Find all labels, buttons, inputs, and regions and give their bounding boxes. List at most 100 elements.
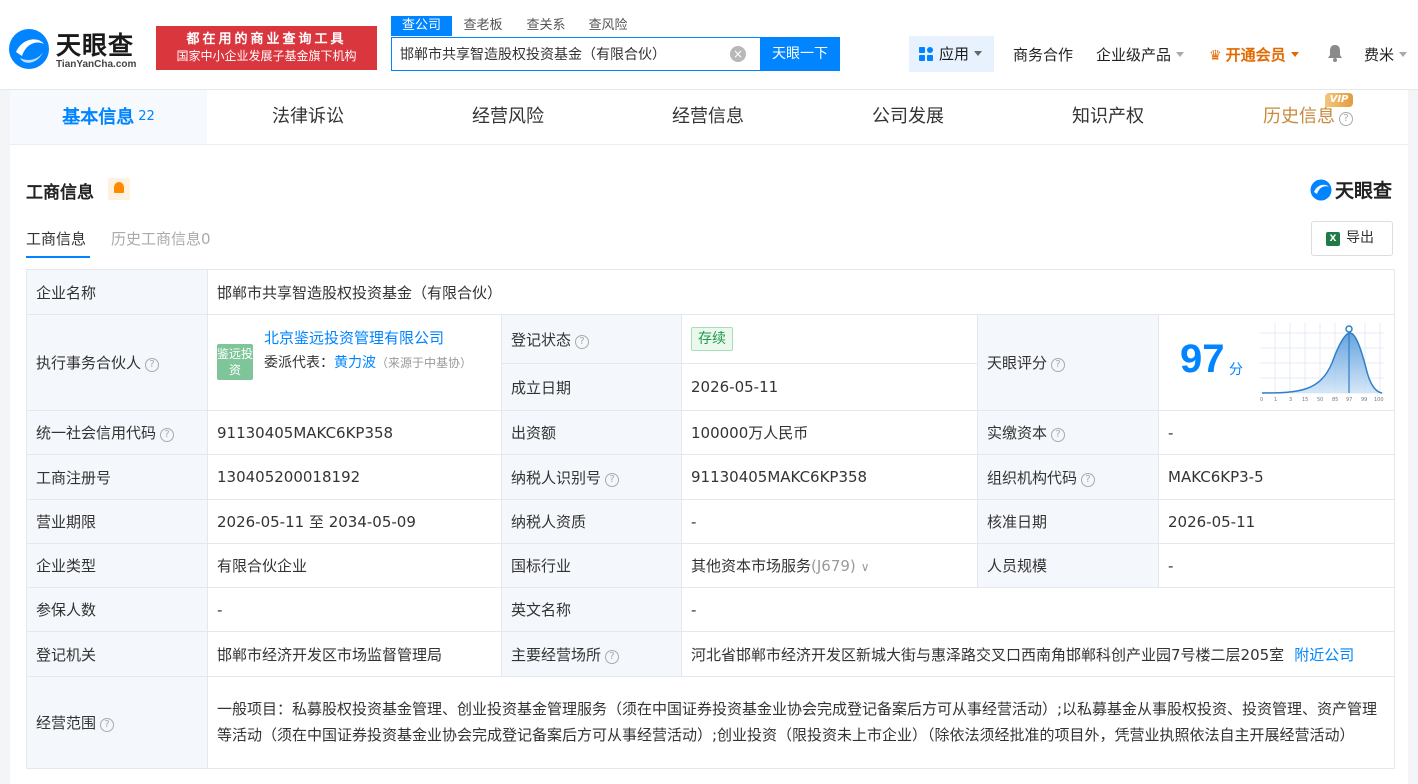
tianyancha-logo-icon xyxy=(9,29,49,69)
top-header: 天眼查 TianYanCha.com 都在用的商业查询工具 国家中小企业发展子基… xyxy=(0,0,1418,90)
nav-business[interactable]: 商务合作 xyxy=(1013,44,1073,65)
status-badge: 存续 xyxy=(691,327,733,351)
reg-status-value: 存续 xyxy=(681,313,978,365)
table-row: 经营范围? 一般项目：私募股权投资基金管理、创业投资基金管理服务（须在中国证券投… xyxy=(26,676,1396,769)
help-icon[interactable]: ? xyxy=(605,472,620,487)
search-input[interactable] xyxy=(392,38,722,70)
username: 费米 xyxy=(1364,46,1395,64)
tab-development[interactable]: 公司发展 xyxy=(808,90,1008,144)
partner-name-link[interactable]: 北京鉴远投资管理有限公司 xyxy=(264,327,444,348)
tab-operation[interactable]: 经营信息 xyxy=(608,90,808,144)
taxpayer-id-label-text: 纳税人识别号 xyxy=(511,468,602,487)
chevron-down-icon: ∨ xyxy=(860,560,870,574)
subtab-business-info[interactable]: 工商信息 xyxy=(26,228,86,249)
partner-cell: 鉴远投资 北京鉴远投资管理有限公司 委派代表：黄力波（来源于中基协） xyxy=(208,315,501,410)
score-axis-tick: 85 xyxy=(1332,397,1338,403)
company-name-value: 邯郸市共享智造股权投资基金（有限合伙） xyxy=(206,269,1396,315)
help-icon[interactable]: ? xyxy=(100,718,115,732)
score-number: 97 xyxy=(1180,337,1225,381)
help-icon[interactable]: ? xyxy=(605,649,620,664)
paid-capital-value: - xyxy=(1157,410,1396,455)
org-code-value: MAKC6KP3-5 xyxy=(1157,454,1396,500)
found-date-value: 2026-05-11 xyxy=(681,363,978,411)
search-tab-risk[interactable]: 查风险 xyxy=(586,16,630,36)
user-menu[interactable]: 费米 xyxy=(1364,44,1408,65)
score-axis-tick: 50 xyxy=(1317,397,1323,403)
chevron-down-icon xyxy=(1176,52,1185,57)
industry-value[interactable]: 其他资本市场服务(J679) ∨ xyxy=(681,543,978,588)
slogan-line2: 国家中小企业发展子基金旗下机构 xyxy=(176,49,357,63)
help-icon[interactable]: ? xyxy=(145,358,160,372)
tab-history[interactable]: 历史信息? xyxy=(1208,90,1408,144)
credit-code-value: 91130405MAKC6KP358 xyxy=(207,410,502,455)
table-row: 企业名称 邯郸市共享智造股权投资基金（有限合伙） xyxy=(26,269,1396,315)
address-label: 主要经营场所? xyxy=(501,631,682,677)
brand-text: 天眼查 xyxy=(1334,180,1392,202)
search-tab-boss[interactable]: 查老板 xyxy=(461,16,505,36)
subscribe-bell-icon[interactable] xyxy=(108,178,130,200)
notification-bell-icon[interactable] xyxy=(1327,44,1343,62)
taxpayer-qual-value: - xyxy=(681,499,978,544)
score-value[interactable]: 97 分 0 1 3 15 50 85 97 99 100 xyxy=(1157,314,1396,411)
crown-icon: ♛ xyxy=(1209,48,1222,64)
subtab-underline xyxy=(26,256,90,258)
help-icon[interactable]: ? xyxy=(1081,472,1096,487)
slogan-banner: 都在用的商业查询工具 国家中小企业发展子基金旗下机构 xyxy=(156,26,377,70)
approve-date-label: 核准日期 xyxy=(977,499,1159,544)
rep-name-link[interactable]: 黄力波 xyxy=(334,355,376,371)
logo-text: 天眼查 xyxy=(56,31,135,60)
partner-logo: 鉴远投资 xyxy=(217,344,253,380)
capital-value: 100000万人民币 xyxy=(681,410,978,455)
english-name-label: 英文名称 xyxy=(501,587,682,632)
partner-label-text: 执行事务合伙人 xyxy=(36,354,142,372)
tab-basic-count: 22 xyxy=(138,109,155,124)
type-value: 有限合伙企业 xyxy=(207,543,502,588)
score-axis-tick: 100 xyxy=(1374,397,1384,403)
help-icon[interactable]: ? xyxy=(1051,358,1066,372)
nearby-companies-link[interactable]: 附近公司 xyxy=(1294,646,1354,664)
search-tab-company[interactable]: 查公司 xyxy=(391,16,452,36)
address-text: 河北省邯郸市经济开发区新城大街与惠泽路交叉口西南角邯郸科创产业园7号楼二层205… xyxy=(691,645,1285,664)
help-icon[interactable]: ? xyxy=(575,334,590,349)
business-info-card: 工商信息 天眼查 工商信息 历史工商信息0 X 导出 企业名称 邯郸市共享智造股权… xyxy=(10,145,1408,784)
table-row: 登记机关 邯郸市经济开发区市场监督管理局 主要经营场所? 河北省邯郸市经济开发区… xyxy=(26,631,1396,677)
tab-ip[interactable]: 知识产权 xyxy=(1008,90,1208,144)
tab-basic-info[interactable]: 基本信息 22 xyxy=(10,90,207,144)
export-button[interactable]: X 导出 xyxy=(1311,221,1393,256)
term-label: 营业期限 xyxy=(26,499,208,544)
reg-status-label-text: 登记状态 xyxy=(511,330,572,349)
industry-label: 国标行业 xyxy=(501,543,682,588)
table-row: 营业期限 2026-05-11 至 2034-05-09 纳税人资质 - 核准日… xyxy=(26,499,1396,544)
export-label: 导出 xyxy=(1346,230,1374,246)
tab-legal[interactable]: 法律诉讼 xyxy=(208,90,408,144)
staff-label: 人员规模 xyxy=(977,543,1159,588)
section-title: 工商信息 xyxy=(26,183,94,203)
help-icon[interactable]: ? xyxy=(1051,428,1066,442)
score-cell: 97 分 0 1 3 15 50 85 97 99 100 xyxy=(1159,315,1394,410)
nav-enterprise-label: 企业级产品 xyxy=(1096,46,1172,64)
found-date-label: 成立日期 xyxy=(501,363,682,411)
rep-label: 委派代表： xyxy=(264,355,334,371)
apps-grid-icon xyxy=(919,47,933,61)
tab-risk[interactable]: 经营风险 xyxy=(408,90,608,144)
table-row: 参保人数 - 英文名称 - xyxy=(26,587,1396,632)
nav-enterprise-products[interactable]: 企业级产品 xyxy=(1096,44,1185,65)
score-axis-tick: 97 xyxy=(1346,397,1352,403)
org-code-label-text: 组织机构代码 xyxy=(987,468,1078,487)
capital-label: 出资额 xyxy=(501,410,682,455)
chevron-down-icon xyxy=(974,51,983,56)
nav-vip[interactable]: ♛ 开通会员 xyxy=(1209,44,1299,65)
help-icon[interactable]: ? xyxy=(160,428,175,442)
excel-icon: X xyxy=(1326,232,1340,246)
org-code-label: 组织机构代码? xyxy=(977,454,1159,500)
clear-icon[interactable]: × xyxy=(730,46,746,62)
app-menu-button[interactable]: 应用 xyxy=(909,36,994,72)
subtab-history-business-info[interactable]: 历史工商信息0 xyxy=(111,228,211,249)
english-name-value: - xyxy=(680,587,1396,632)
scope-label-text: 经营范围 xyxy=(36,714,97,732)
site-logo[interactable]: 天眼查 TianYanCha.com xyxy=(8,26,150,72)
search-tab-relation[interactable]: 查关系 xyxy=(524,16,568,36)
search-button[interactable]: 天眼一下 xyxy=(760,37,840,71)
score-axis-tick: 15 xyxy=(1302,397,1308,403)
paid-capital-label: 实缴资本? xyxy=(977,410,1159,455)
